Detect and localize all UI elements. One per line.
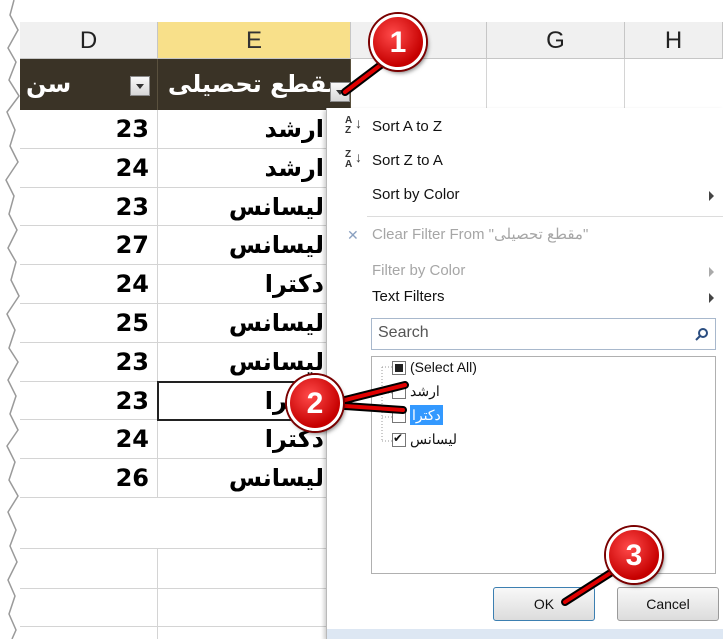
callout-badge-2: 2	[287, 375, 343, 431]
callout-badge-1: 1	[370, 14, 426, 70]
callout-badge-3: 3	[606, 527, 662, 583]
